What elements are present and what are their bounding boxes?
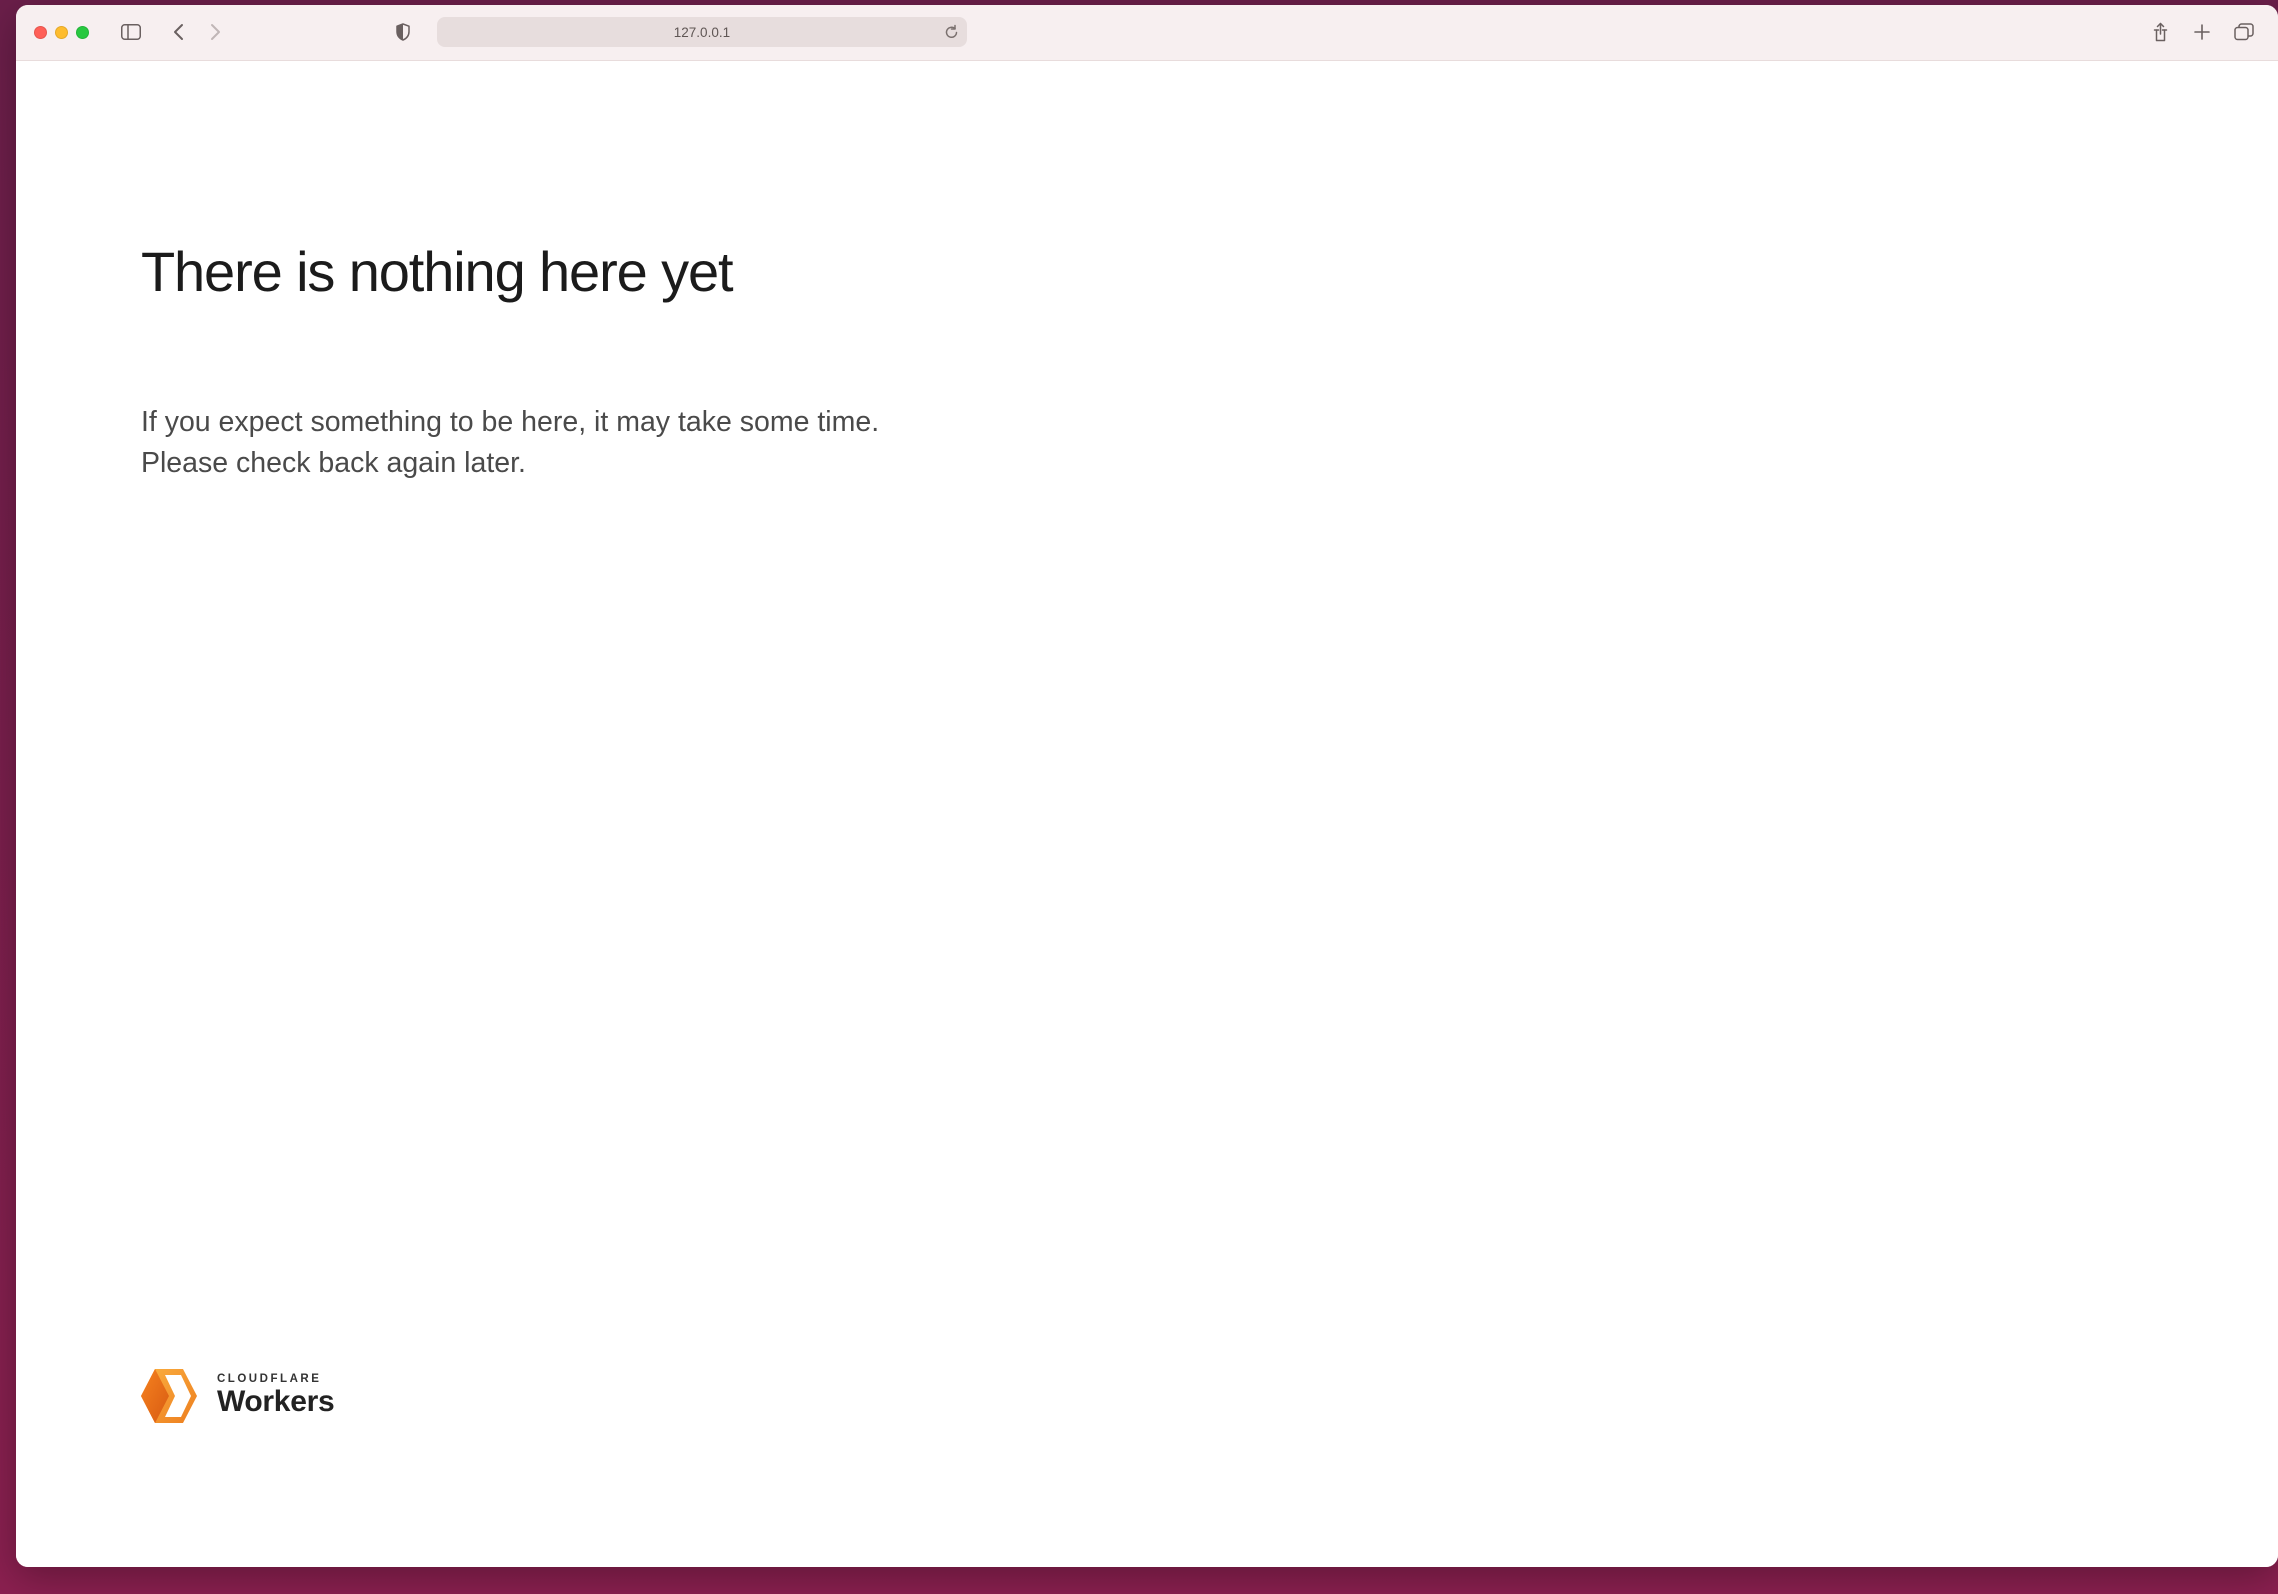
reload-button[interactable] (944, 24, 959, 41)
desktop-background: 127.0.0.1 (0, 0, 2278, 1594)
window-close-button[interactable] (34, 26, 47, 39)
address-bar[interactable]: 127.0.0.1 (437, 17, 967, 47)
logo-sup-text: CLOUDFLARE (217, 1374, 334, 1386)
privacy-report-button[interactable] (387, 18, 419, 46)
page-message: If you expect something to be here, it m… (141, 402, 2278, 485)
browser-titlebar: 127.0.0.1 (16, 5, 2278, 61)
sidebar-toggle-button[interactable] (115, 18, 147, 46)
cloudflare-workers-logo: CLOUDFLARE Workers (141, 1365, 334, 1427)
forward-button[interactable] (199, 18, 231, 46)
back-button[interactable] (163, 18, 195, 46)
navigation-buttons (163, 18, 231, 46)
message-line-1: If you expect something to be here, it m… (141, 402, 2278, 443)
sidebar-icon (121, 24, 141, 40)
chevron-left-icon (173, 23, 185, 41)
toolbar-right-group (2144, 18, 2260, 46)
page-content: There is nothing here yet If you expect … (16, 61, 2278, 1567)
message-line-2: Please check back again later. (141, 443, 2278, 484)
plus-icon (2193, 23, 2211, 41)
address-text: 127.0.0.1 (674, 25, 730, 40)
share-button[interactable] (2144, 18, 2176, 46)
logo-text: CLOUDFLARE Workers (217, 1374, 334, 1418)
logo-main-text: Workers (217, 1387, 334, 1417)
workers-logo-icon (141, 1365, 199, 1427)
shield-icon (395, 23, 411, 41)
browser-window: 127.0.0.1 (16, 5, 2278, 1567)
tabs-icon (2234, 23, 2254, 41)
chevron-right-icon (209, 23, 221, 41)
page-heading: There is nothing here yet (141, 241, 2278, 303)
window-controls (34, 26, 89, 39)
reload-icon (944, 24, 959, 41)
window-minimize-button[interactable] (55, 26, 68, 39)
new-tab-button[interactable] (2186, 18, 2218, 46)
window-maximize-button[interactable] (76, 26, 89, 39)
share-icon (2152, 22, 2169, 43)
tab-overview-button[interactable] (2228, 18, 2260, 46)
